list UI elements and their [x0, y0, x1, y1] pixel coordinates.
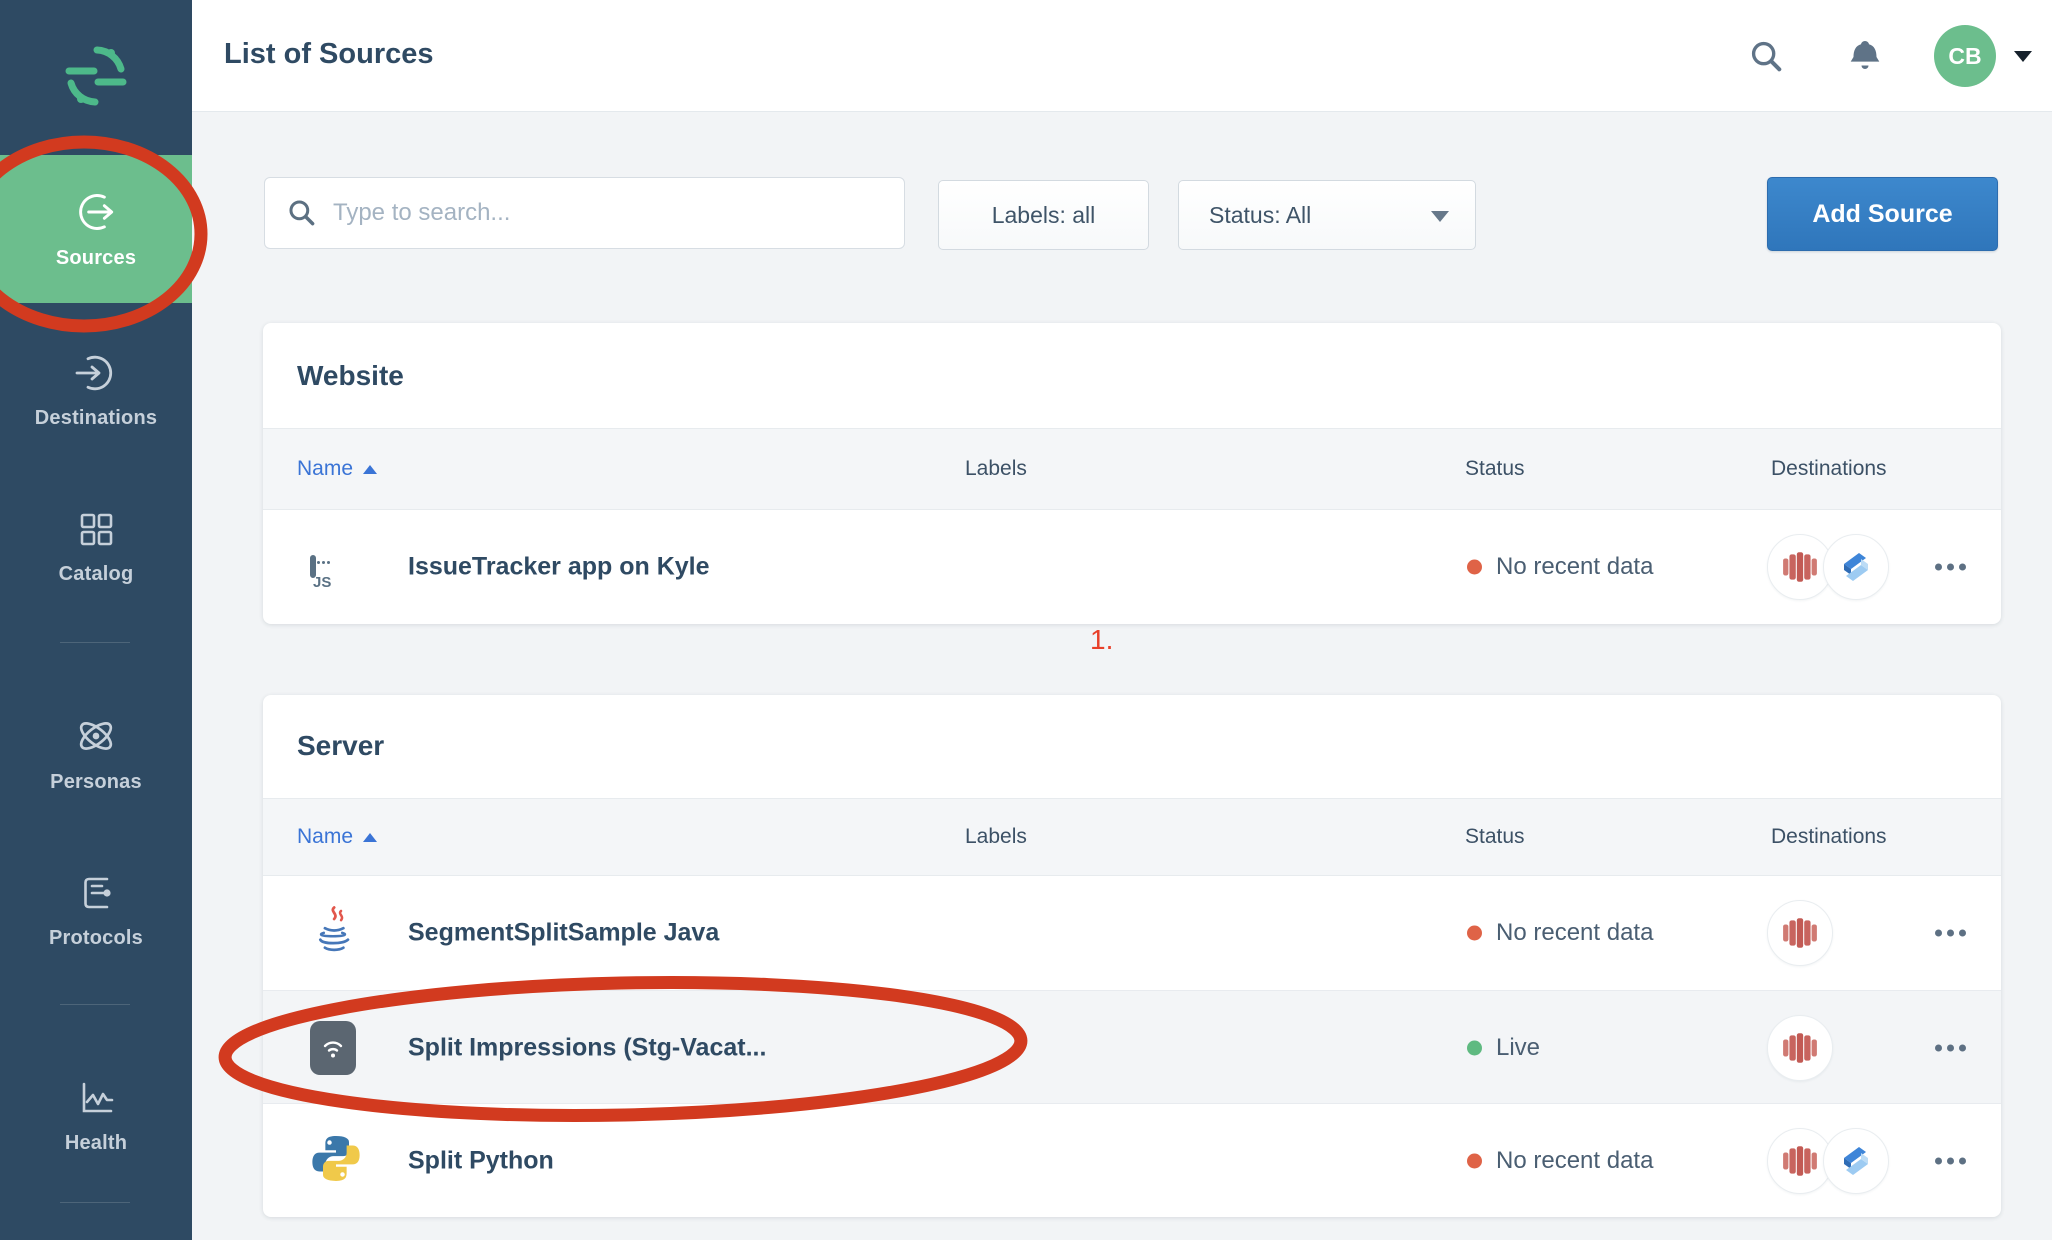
source-row-issuetracker[interactable]: JS IssueTracker app on Kyle No recent da… [263, 510, 2001, 624]
column-header-status: Status [1465, 457, 1525, 481]
sidebar: Sources Destinations Catalog [0, 0, 192, 1240]
column-header-name[interactable]: Name [297, 825, 377, 849]
sidebar-item-label: Catalog [59, 563, 134, 586]
split-icon [1838, 549, 1874, 585]
sidebar-item-label: Personas [50, 771, 142, 794]
status-text: Live [1496, 1034, 1540, 1062]
destination-badge-split[interactable] [1823, 534, 1889, 600]
status-text: No recent data [1496, 1147, 1653, 1175]
sidebar-item-label: Destinations [35, 407, 157, 430]
table-header: Name Labels Status Destinations [263, 798, 2001, 876]
labels-filter-button[interactable]: Labels: all [938, 180, 1149, 250]
sidebar-divider [60, 1202, 130, 1203]
source-row-split-impressions[interactable]: Split Impressions (Stg-Vacat... Live [263, 990, 2001, 1104]
destination-badge-split[interactable] [1823, 1128, 1889, 1194]
source-name: SegmentSplitSample Java [408, 919, 719, 948]
table-header: Name Labels Status Destinations [263, 428, 2001, 510]
search-icon[interactable] [1748, 38, 1786, 81]
sort-ascending-icon [363, 833, 377, 842]
avatar[interactable]: CB [1934, 25, 1996, 87]
python-source-icon [310, 1132, 362, 1189]
status-dot-no-recent-data [1467, 560, 1482, 575]
source-name: Split Impressions (Stg-Vacat... [408, 1033, 766, 1062]
sidebar-item-label: Sources [56, 247, 136, 270]
column-header-destinations: Destinations [1771, 825, 1887, 849]
sidebar-item-destinations[interactable]: Destinations [0, 338, 192, 442]
row-overflow-menu[interactable] [1935, 1157, 1966, 1164]
status-text: No recent data [1496, 919, 1653, 947]
notifications-bell-icon[interactable] [1843, 34, 1887, 83]
sidebar-item-label: Protocols [49, 927, 143, 950]
segment-logo-icon [64, 44, 128, 108]
row-overflow-menu[interactable] [1935, 930, 1966, 937]
catalog-icon [74, 507, 118, 551]
destinations-icon [74, 351, 118, 395]
server-sources-card: Server Name Labels Status Destinations [263, 695, 2001, 1217]
sidebar-item-health[interactable]: Health [0, 1063, 192, 1167]
page-title: List of Sources [224, 38, 434, 71]
destination-badge-amazon-kinesis[interactable] [1767, 1015, 1833, 1081]
sidebar-item-label: Health [65, 1132, 127, 1155]
source-name: IssueTracker app on Kyle [408, 553, 710, 582]
sidebar-item-personas[interactable]: Personas [0, 701, 192, 805]
account-menu-caret-icon[interactable] [2014, 51, 2032, 62]
column-header-labels: Labels [965, 825, 1027, 849]
section-title: Server [297, 730, 384, 762]
sidebar-divider [60, 642, 130, 643]
status-dot-no-recent-data [1467, 1153, 1482, 1168]
health-icon [74, 1076, 118, 1120]
source-row-java[interactable]: SegmentSplitSample Java No recent data [263, 876, 2001, 990]
source-row-python[interactable]: Split Python No recent data [263, 1103, 2001, 1217]
sidebar-item-sources[interactable]: Sources [0, 155, 192, 303]
column-header-labels: Labels [965, 457, 1027, 481]
sources-icon [73, 189, 119, 235]
protocols-icon [74, 871, 118, 915]
status-dot-live [1467, 1040, 1482, 1055]
row-overflow-menu[interactable] [1935, 564, 1966, 571]
sidebar-item-catalog[interactable]: Catalog [0, 494, 192, 598]
add-source-button[interactable]: Add Source [1767, 177, 1998, 251]
chevron-down-icon [1431, 211, 1449, 222]
amazon-kinesis-icon [1781, 548, 1819, 586]
app-window: Sources Destinations Catalog [0, 0, 2052, 1240]
destination-badge-amazon-kinesis[interactable] [1767, 900, 1833, 966]
sidebar-divider [60, 1004, 130, 1005]
search-input-icon [287, 198, 317, 228]
sidebar-item-protocols[interactable]: Protocols [0, 858, 192, 962]
source-name: Split Python [408, 1146, 554, 1175]
javascript-source-icon: JS [310, 558, 316, 576]
java-source-icon [310, 905, 356, 962]
http-api-source-icon [310, 1021, 356, 1075]
section-title: Website [297, 360, 404, 392]
column-header-name[interactable]: Name [297, 457, 377, 481]
main-content: Labels: all Status: All Add Source Websi… [192, 112, 2052, 1240]
column-header-destinations: Destinations [1771, 457, 1887, 481]
status-text: No recent data [1496, 553, 1653, 581]
avatar-initials: CB [1948, 43, 1981, 70]
status-filter-dropdown[interactable]: Status: All [1178, 180, 1476, 250]
status-filter-label: Status: All [1209, 202, 1311, 229]
annotation-step-1: 1. [1090, 624, 1113, 656]
segment-logo[interactable] [0, 44, 192, 108]
personas-icon [73, 713, 119, 759]
website-sources-card: Website Name Labels Status Destinations … [263, 323, 2001, 624]
topbar: List of Sources CB [192, 0, 2052, 112]
row-overflow-menu[interactable] [1935, 1044, 1966, 1051]
status-dot-no-recent-data [1467, 926, 1482, 941]
column-header-status: Status [1465, 825, 1525, 849]
sort-ascending-icon [363, 465, 377, 474]
source-search-box[interactable] [264, 177, 905, 249]
search-input[interactable] [333, 199, 873, 227]
labels-filter-label: Labels: all [992, 202, 1096, 229]
